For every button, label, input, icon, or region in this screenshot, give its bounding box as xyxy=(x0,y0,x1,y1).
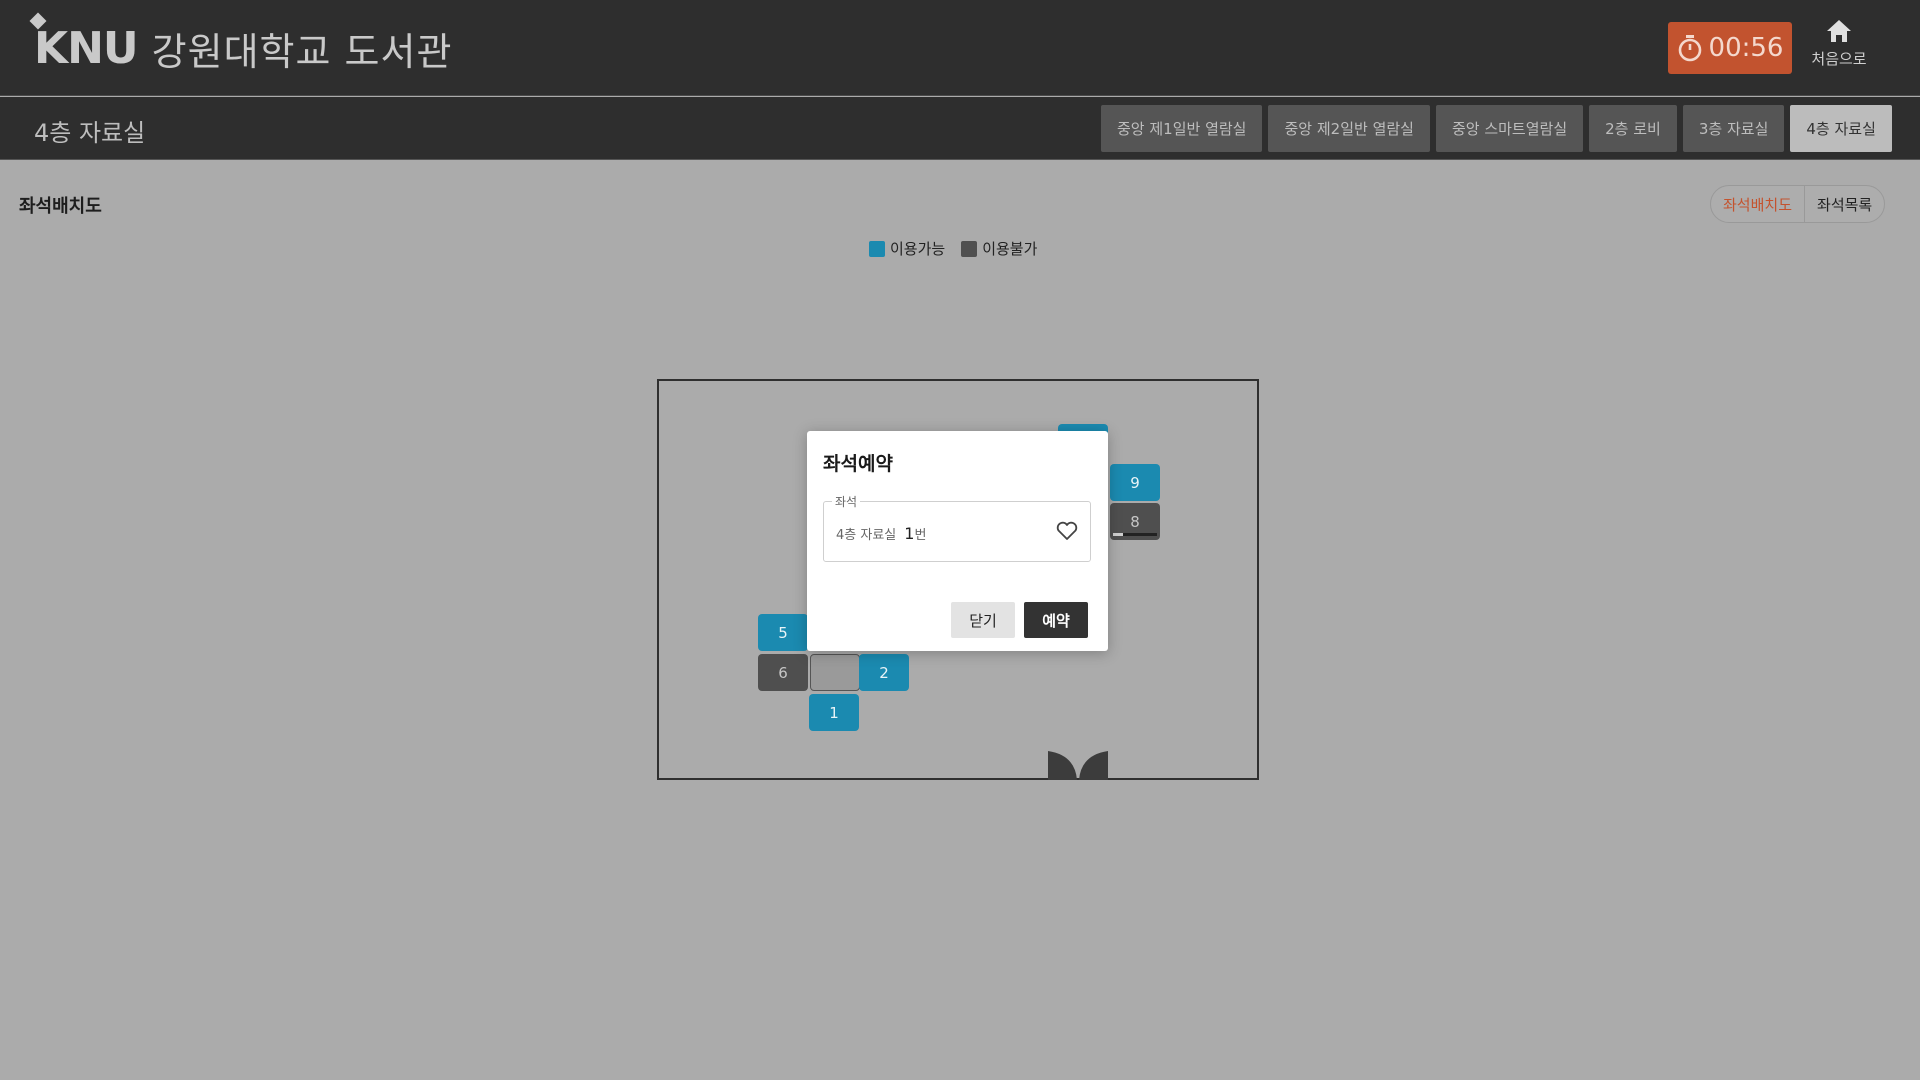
seat-8-label: 8 xyxy=(1130,512,1140,531)
toggle-seat-list[interactable]: 좌석목록 xyxy=(1805,186,1884,222)
seat-field: 좌석 4층 자료실 1 번 xyxy=(823,493,1091,562)
tab-central-smart[interactable]: 중앙 스마트열람실 xyxy=(1435,105,1584,152)
tab-central-general-1[interactable]: 중앙 제1일반 열람실 xyxy=(1101,105,1263,152)
close-button[interactable]: 닫기 xyxy=(951,602,1015,638)
seat-2[interactable]: 2 xyxy=(859,654,909,691)
logo-mark: KNU xyxy=(29,12,139,74)
legend-available: 이용가능 xyxy=(869,238,945,259)
stopwatch-icon xyxy=(1678,35,1701,62)
legend-available-label: 이용가능 xyxy=(890,240,946,258)
section-title: 좌석배치도 xyxy=(19,196,102,217)
room-title: 4층 자료실 xyxy=(34,119,146,147)
tab-4f-reference[interactable]: 4층 자료실 xyxy=(1790,105,1892,152)
view-toggle: 좌석배치도 좌석목록 xyxy=(1710,185,1886,223)
session-timer[interactable]: 00:56 xyxy=(1668,22,1792,74)
seat-value: 4층 자료실 1 번 xyxy=(836,524,926,543)
seat-unit: 번 xyxy=(914,528,927,543)
room-tabs: 중앙 제1일반 열람실 중앙 제2일반 열람실 중앙 스마트열람실 2층 로비 … xyxy=(1101,105,1892,152)
tab-3f-reference[interactable]: 3층 자료실 xyxy=(1682,105,1785,152)
seat-number: 1 xyxy=(904,524,915,543)
seat-room: 4층 자료실 xyxy=(836,528,897,543)
legend-unavailable-label: 이용불가 xyxy=(982,240,1038,258)
toggle-seat-map[interactable]: 좌석배치도 xyxy=(1711,186,1806,222)
dialog-title: 좌석예약 xyxy=(823,453,893,475)
seat-5[interactable]: 5 xyxy=(758,614,808,651)
seat-field-label: 좌석 xyxy=(832,493,861,510)
entrance-door-icon xyxy=(1048,751,1108,780)
heart-icon[interactable] xyxy=(1056,521,1078,541)
unavailable-swatch xyxy=(961,240,978,257)
reservation-dialog: 좌석예약 좌석 4층 자료실 1 번 닫기 예약 xyxy=(807,431,1108,651)
seat-selected[interactable] xyxy=(810,654,860,691)
home-label: 처음으로 xyxy=(1811,50,1867,68)
seat-6[interactable]: 6 xyxy=(758,654,808,691)
tab-central-general-2[interactable]: 중앙 제2일반 열람실 xyxy=(1268,105,1430,152)
seat-9[interactable]: 9 xyxy=(1110,464,1160,501)
library-logo[interactable]: KNU 강원대학교 도서관 xyxy=(29,12,453,78)
legend-unavailable: 이용불가 xyxy=(961,238,1037,259)
available-swatch xyxy=(869,240,885,257)
seat-8-usage-bar xyxy=(1113,533,1157,536)
logo-text: 강원대학교 도서관 xyxy=(151,29,453,74)
home-button[interactable]: 처음으로 xyxy=(1804,18,1874,78)
seat-1[interactable]: 1 xyxy=(809,694,859,731)
home-icon xyxy=(1827,20,1851,42)
seat-8[interactable]: 8 xyxy=(1110,503,1160,540)
room-bar: 4층 자료실 중앙 제1일반 열람실 중앙 제2일반 열람실 중앙 스마트열람실… xyxy=(0,97,1920,160)
reserve-button[interactable]: 예약 xyxy=(1024,602,1088,638)
top-header: KNU 강원대학교 도서관 00:56 처음으로 xyxy=(0,0,1920,96)
timer-value: 00:56 xyxy=(1708,33,1784,63)
tab-2f-lobby[interactable]: 2층 로비 xyxy=(1589,105,1677,152)
seat-legend: 이용가능 이용불가 xyxy=(869,238,1053,259)
